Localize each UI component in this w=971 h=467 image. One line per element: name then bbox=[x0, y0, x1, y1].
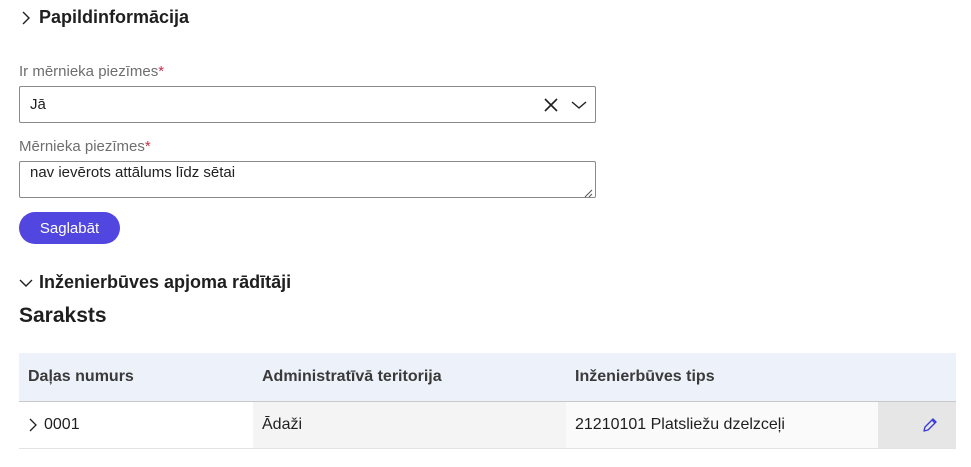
save-button[interactable]: Saglabāt bbox=[19, 212, 120, 244]
column-header-part-number[interactable]: Daļas numurs bbox=[19, 368, 253, 386]
surveyor-notes-flag-label: Ir mērnieka piezīmes* bbox=[19, 63, 164, 80]
section-title: Inženierbūves apjoma rādītāji bbox=[39, 272, 292, 292]
list-title: Saraksts bbox=[19, 304, 107, 327]
data-table: Daļas numurs Administratīvā teritorija I… bbox=[19, 353, 956, 449]
section-title: Papildinformācija bbox=[39, 7, 190, 27]
section-toggle-parcel-info[interactable]: Papildinformācija bbox=[19, 7, 189, 28]
cell-part-number: 0001 bbox=[19, 416, 253, 434]
resize-handle-icon[interactable] bbox=[583, 185, 593, 198]
column-header-territory[interactable]: Administratīvā teritorija bbox=[253, 368, 566, 386]
page: Papildinformācija Ir mērnieka piezīmes* … bbox=[0, 0, 971, 467]
chevron-down-icon bbox=[19, 276, 33, 290]
table-row[interactable]: 0001 Ādaži 21210101 Platsliežu dzelzceļi bbox=[19, 402, 956, 449]
cell-type: 21210101 Platsliežu dzelzceļi bbox=[566, 402, 878, 448]
label-text: Ir mērnieka piezīmes bbox=[19, 63, 159, 80]
part-number-text: 0001 bbox=[44, 416, 80, 433]
textarea-value: nav ievērots attālums līdz sētai bbox=[30, 164, 236, 181]
required-mark: * bbox=[158, 63, 165, 80]
chevron-down-icon[interactable] bbox=[569, 95, 589, 115]
table-header: Daļas numurs Administratīvā teritorija I… bbox=[19, 353, 956, 402]
label-text: Mērnieka piezīmes bbox=[19, 138, 145, 155]
surveyor-notes-textarea[interactable]: nav ievērots attālums līdz sētai bbox=[19, 161, 596, 198]
select-value: Jā bbox=[30, 96, 46, 113]
surveyor-notes-label: Mērnieka piezīmes* bbox=[19, 138, 151, 155]
required-mark: * bbox=[144, 138, 151, 155]
clear-icon[interactable] bbox=[541, 95, 561, 115]
surveyor-notes-flag-select[interactable]: Jā bbox=[19, 86, 596, 123]
column-header-actions bbox=[878, 353, 956, 401]
section-toggle-engineering[interactable]: Inženierbūves apjoma rādītāji bbox=[19, 272, 291, 293]
cell-actions bbox=[878, 402, 956, 448]
cell-territory: Ādaži bbox=[253, 402, 566, 448]
chevron-right-icon bbox=[19, 11, 33, 25]
chevron-right-icon[interactable] bbox=[28, 418, 42, 432]
edit-pencil-icon[interactable] bbox=[922, 417, 938, 433]
column-header-type[interactable]: Inženierbūves tips bbox=[566, 368, 878, 386]
